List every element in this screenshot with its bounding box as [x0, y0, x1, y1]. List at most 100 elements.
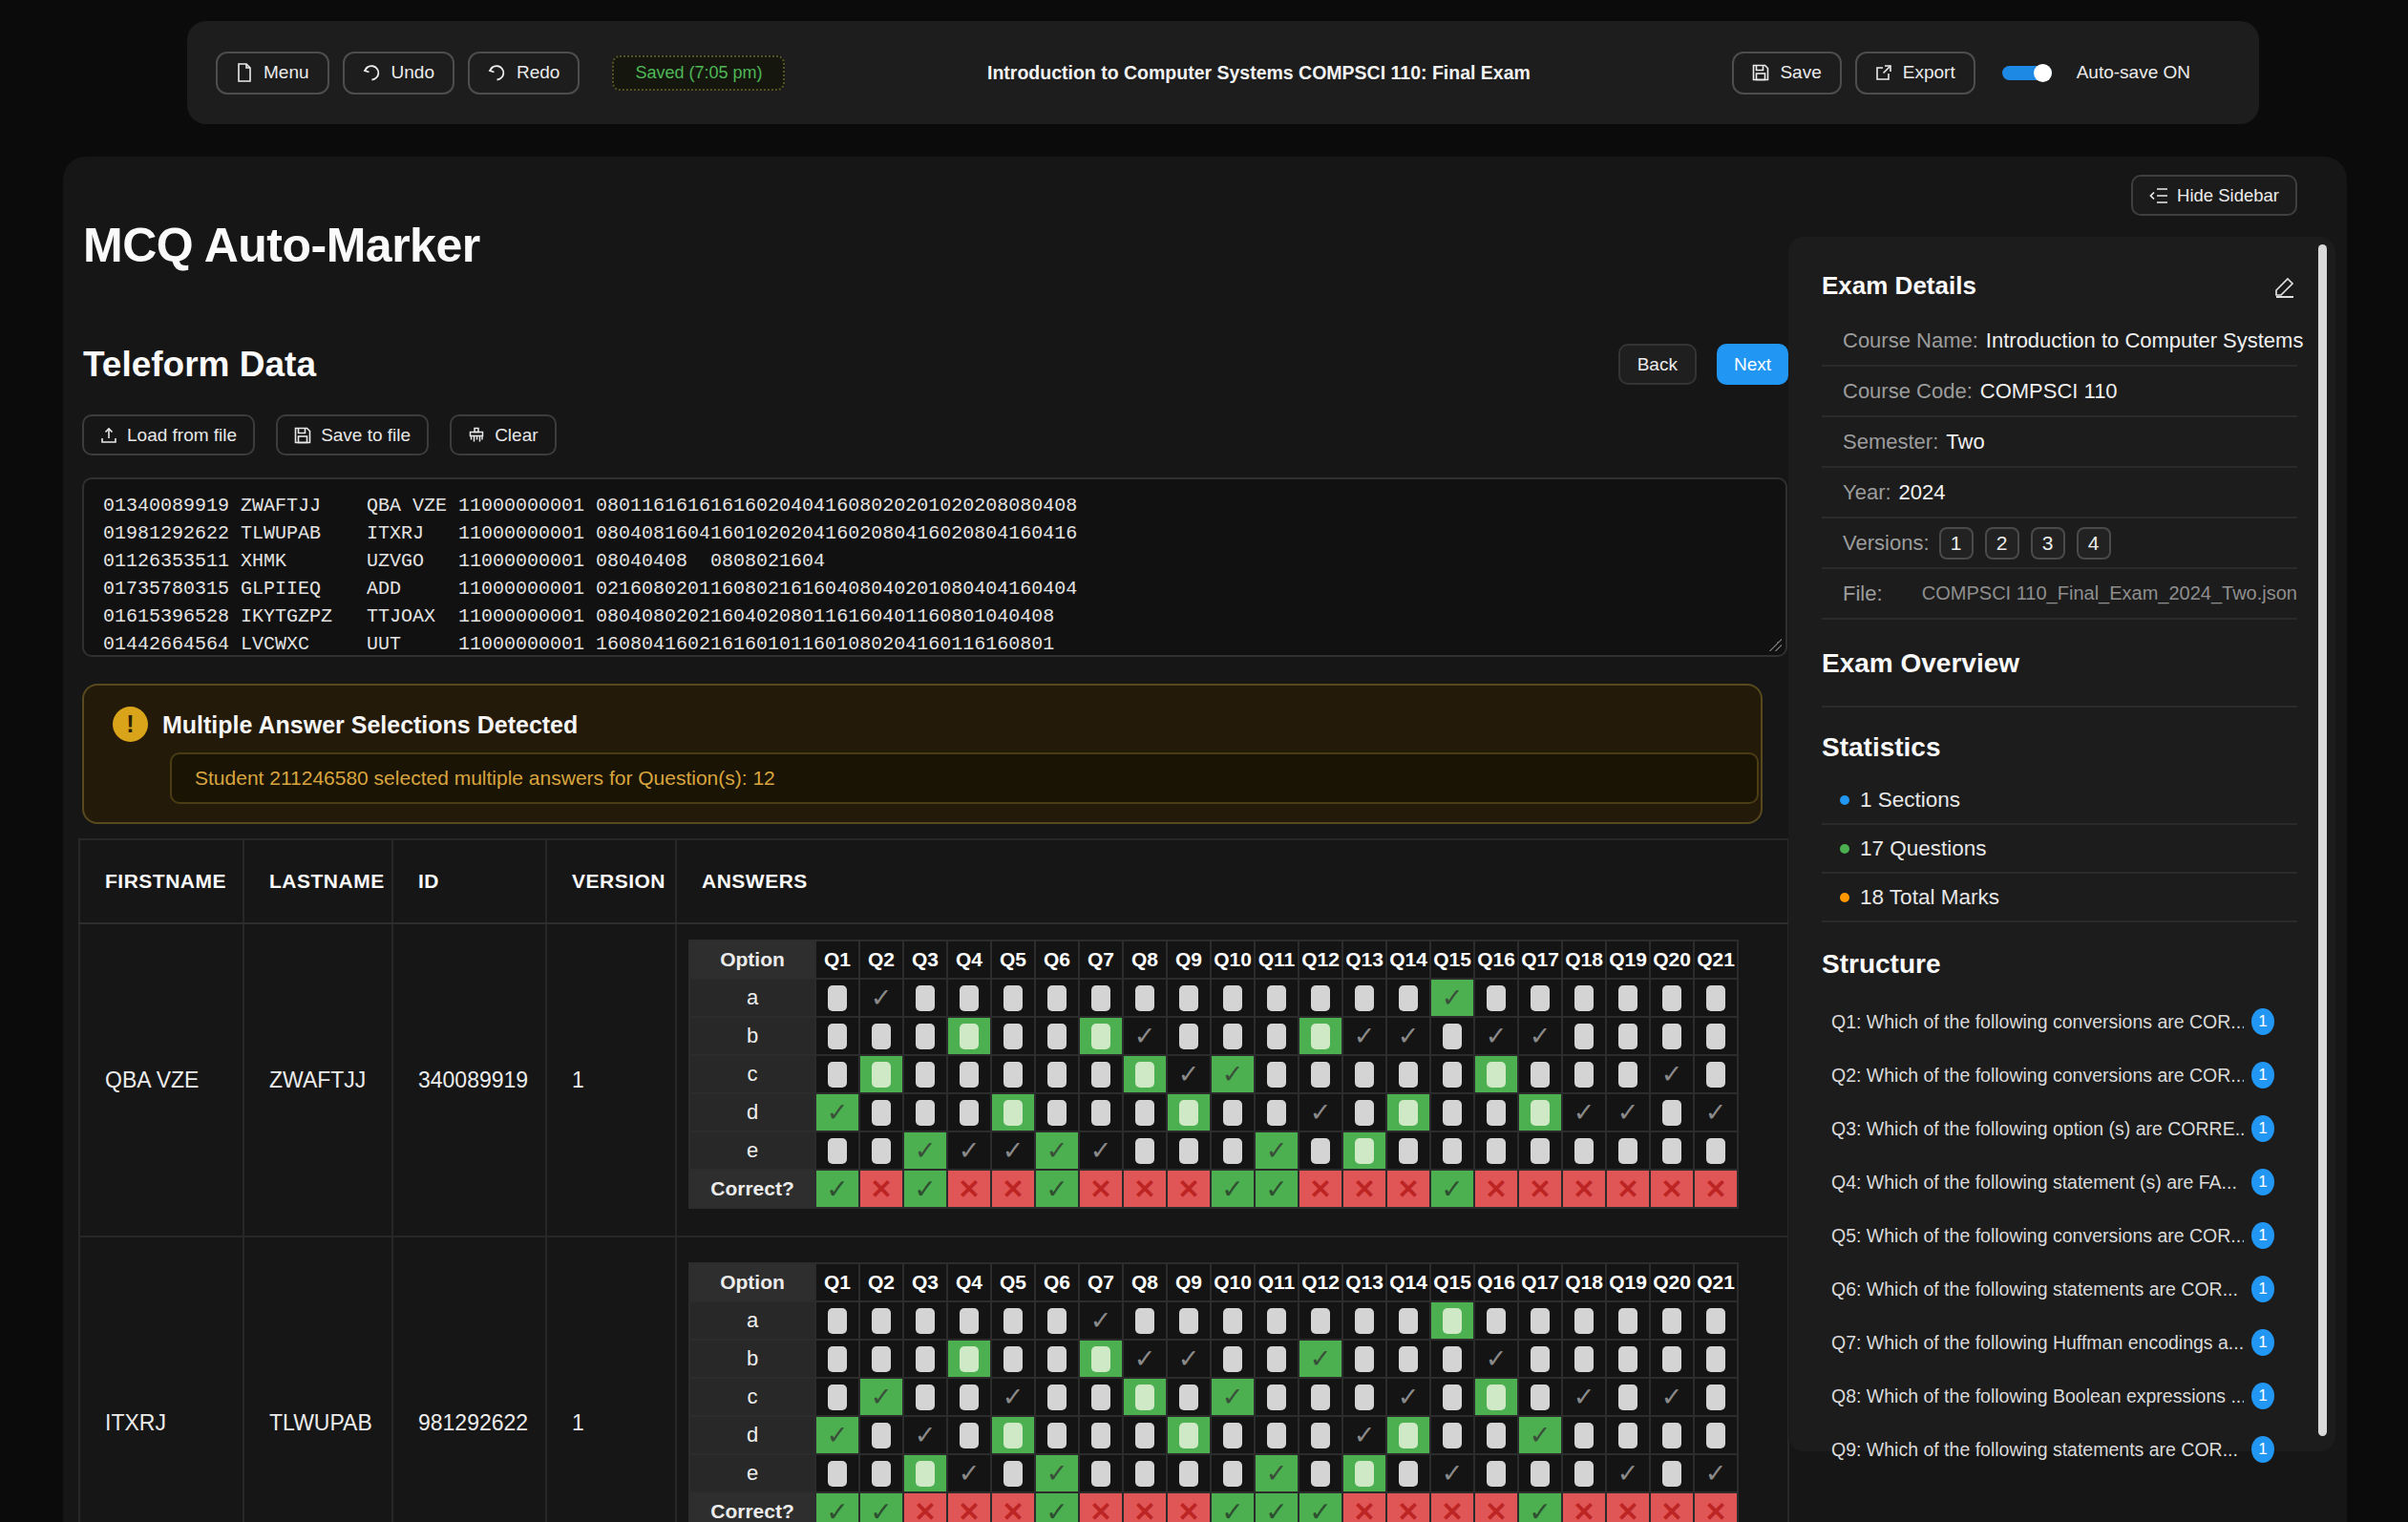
warning-icon: ! [113, 707, 148, 742]
structure-question-item[interactable]: Q9: Which of the following statements ar… [1822, 1423, 2297, 1476]
incorrect-mark-cell: ✕ [1650, 1170, 1694, 1208]
answer-cell [859, 1017, 903, 1055]
version-chip[interactable]: 2 [1985, 527, 2019, 560]
incorrect-mark-cell: ✕ [1123, 1170, 1167, 1208]
sidebar-scrollbar[interactable] [2318, 244, 2327, 1436]
student-row: QBA VZEZWAFTJJ3400899191OptionQ1Q2Q3Q4Q5… [79, 923, 1788, 1237]
answer-key-cell: ✓ [1167, 1055, 1211, 1093]
selected-bubble-icon [916, 1461, 935, 1487]
bubble-empty-icon [1267, 1346, 1286, 1372]
answer-cell [1123, 1131, 1167, 1170]
selected-cell [947, 1017, 991, 1055]
bubble-empty-icon [916, 1062, 935, 1088]
answer-cell [991, 979, 1035, 1017]
answer-key-cell: ✓ [1562, 1378, 1606, 1416]
selected-cell [1079, 1340, 1123, 1378]
saved-status-badge: Saved (7:05 pm) [612, 55, 785, 91]
menu-button[interactable]: Menu [216, 52, 329, 95]
bubble-empty-icon [1355, 1385, 1374, 1410]
structure-question-item[interactable]: Q5: Which of the following conversions a… [1822, 1209, 2297, 1262]
answer-key-check-icon: ✓ [1617, 1459, 1639, 1488]
answer-cell [815, 1378, 859, 1416]
detail-row: File:COMPSCI 110_Final_Exam_2024_Two.jso… [1822, 569, 2297, 620]
answer-key-cell: ✓ [1079, 1131, 1123, 1170]
detail-label: Course Name: [1843, 328, 1978, 353]
answer-cell [1562, 979, 1606, 1017]
detail-value: Two [1946, 430, 1984, 454]
selected-bubble-icon [1355, 1138, 1374, 1164]
bubble-empty-icon [1487, 1423, 1506, 1448]
load-from-file-button[interactable]: Load from file [82, 414, 255, 455]
exam-overview-heading[interactable]: Exam Overview [1822, 648, 2297, 679]
save-to-file-button[interactable]: Save to file [276, 414, 429, 455]
selected-bubble-icon [1487, 1062, 1506, 1088]
structure-question-item[interactable]: Q8: Which of the following Boolean expre… [1822, 1369, 2297, 1423]
bubble-empty-icon [1574, 985, 1594, 1011]
bubble-empty-icon [1267, 1024, 1286, 1049]
grid-question-header: Q7 [1079, 941, 1123, 979]
version-chip[interactable]: 3 [2031, 527, 2065, 560]
version-chip[interactable]: 1 [1939, 527, 1974, 560]
grid-question-header: Q20 [1650, 1263, 1694, 1301]
clear-button[interactable]: Clear [450, 414, 556, 455]
answer-cell [1386, 1055, 1430, 1093]
back-button[interactable]: Back [1618, 344, 1697, 385]
bubble-empty-icon [1091, 1385, 1110, 1410]
answer-key-cell: ✓ [1123, 1340, 1167, 1378]
teleform-data-text: 01340089919 ZWAFTJJ QBA VZE 11000000001 … [103, 492, 1766, 658]
autosave-toggle[interactable] [2002, 66, 2052, 80]
selected-correct-cell: ✓ [815, 1416, 859, 1454]
redo-button[interactable]: Redo [468, 52, 580, 95]
bubble-empty-icon [1355, 1346, 1374, 1372]
answer-cell [1167, 1131, 1211, 1170]
answer-cell [1386, 1131, 1430, 1170]
bubble-empty-icon [872, 1423, 891, 1448]
results-header-row: FIRSTNAMELASTNAMEIDVERSIONANSWERS [79, 839, 1788, 923]
save-button[interactable]: Save [1732, 52, 1841, 95]
column-header-version: VERSION [546, 839, 676, 923]
answer-cell [1474, 1416, 1518, 1454]
next-button[interactable]: Next [1717, 344, 1788, 385]
bubble-empty-icon [1618, 1423, 1637, 1448]
grid-question-header: Q7 [1079, 1263, 1123, 1301]
grid-question-header: Q1 [815, 941, 859, 979]
undo-button[interactable]: Undo [343, 52, 454, 95]
selected-cell [1342, 1131, 1386, 1170]
structure-question-item[interactable]: Q6: Which of the following statements ar… [1822, 1262, 2297, 1316]
grid-question-header: Q12 [1299, 941, 1342, 979]
exam-details-heading: Exam Details [1822, 271, 2272, 301]
structure-question-item[interactable]: Q1: Which of the following conversions a… [1822, 995, 2297, 1048]
answer-cell [1518, 1340, 1562, 1378]
incorrect-mark-cell: ✕ [1694, 1492, 1738, 1522]
bubble-empty-icon [1531, 1062, 1550, 1088]
structure-question-item[interactable]: Q7: Which of the following Huffman encod… [1822, 1316, 2297, 1369]
bubble-empty-icon [1399, 1062, 1418, 1088]
structure-question-item[interactable]: Q2: Which of the following conversions a… [1822, 1048, 2297, 1102]
correct-selection-check-icon: ✓ [1310, 1344, 1332, 1373]
bubble-empty-icon [1531, 1308, 1550, 1334]
answer-cell [1430, 1017, 1474, 1055]
version-chip[interactable]: 4 [2077, 527, 2111, 560]
edit-icon[interactable] [2272, 274, 2297, 299]
answer-cell [947, 1416, 991, 1454]
bubble-empty-icon [1443, 1423, 1462, 1448]
correct-selection-check-icon: ✓ [827, 1098, 849, 1127]
incorrect-mark-cell: ✕ [1342, 1492, 1386, 1522]
export-button[interactable]: Export [1855, 52, 1975, 95]
bubble-empty-icon [1399, 1461, 1418, 1487]
structure-question-item[interactable]: Q3: Which of the following option (s) ar… [1822, 1102, 2297, 1155]
selected-cell [1167, 1093, 1211, 1131]
answer-cell [1518, 1454, 1562, 1492]
correct-mark-cell: ✓ [1035, 1492, 1079, 1522]
bubble-empty-icon [960, 1100, 979, 1126]
hide-sidebar-button[interactable]: Hide Sidebar [2131, 175, 2297, 216]
structure-question-item[interactable]: Q4: Which of the following statement (s)… [1822, 1155, 2297, 1209]
answer-cell [1342, 1378, 1386, 1416]
resize-handle-icon[interactable] [1768, 638, 1782, 651]
teleform-textarea[interactable]: 01340089919 ZWAFTJJ QBA VZE 11000000001 … [82, 477, 1787, 657]
bubble-empty-icon [1574, 1308, 1594, 1334]
answer-key-check-icon: ✓ [1134, 1344, 1156, 1373]
answer-cell [1518, 1301, 1562, 1340]
answer-cell [1562, 1454, 1606, 1492]
bubble-empty-icon [1531, 1461, 1550, 1487]
